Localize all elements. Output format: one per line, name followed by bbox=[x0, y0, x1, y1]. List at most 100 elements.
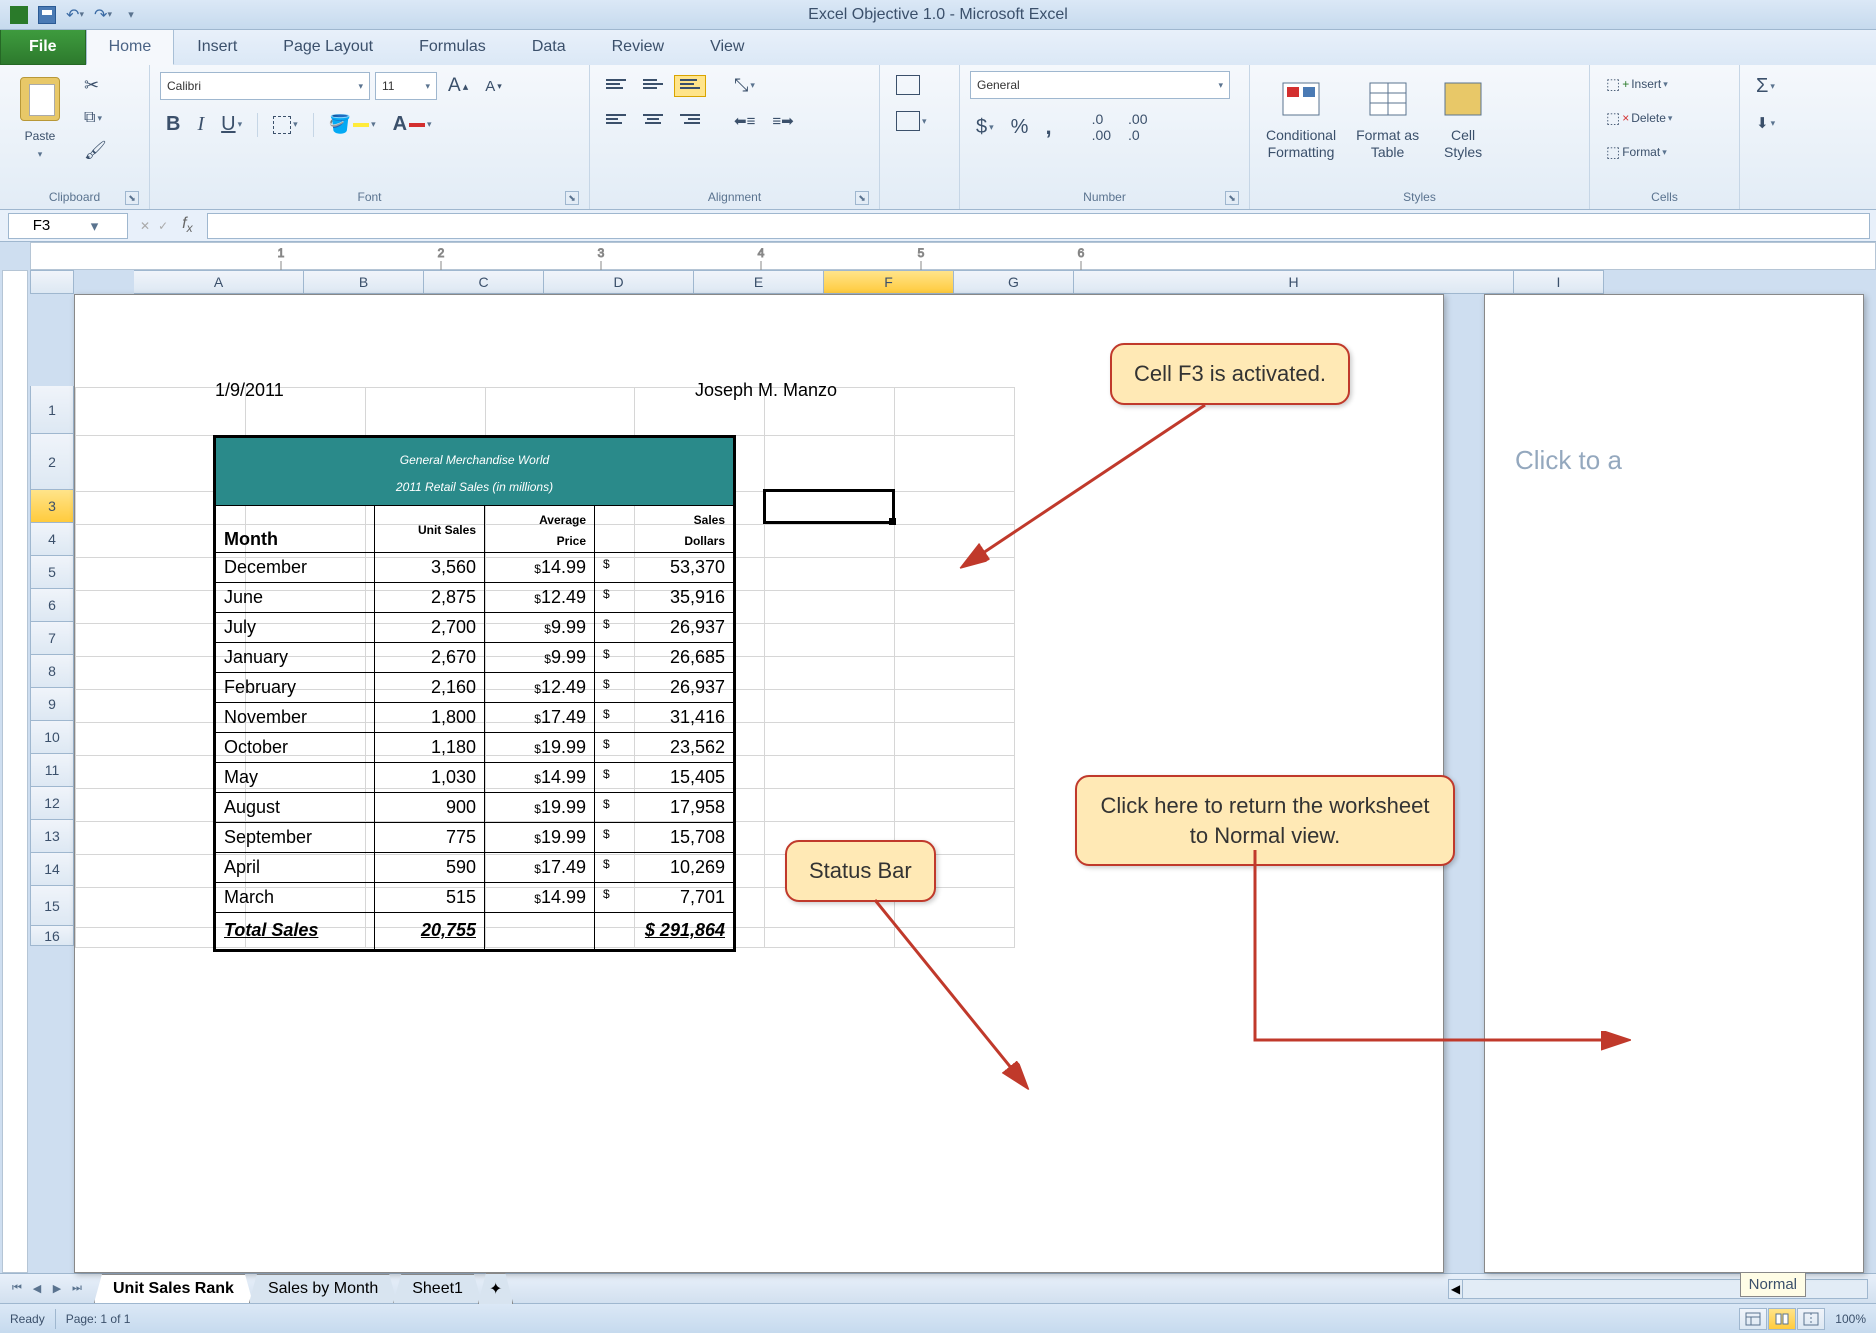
qat-customize[interactable]: ▾ bbox=[120, 4, 142, 26]
col-header-B[interactable]: B bbox=[304, 270, 424, 294]
tab-view[interactable]: View bbox=[687, 28, 767, 65]
align-right-button[interactable] bbox=[674, 110, 706, 132]
grow-font-button[interactable]: A▴ bbox=[442, 71, 474, 101]
col-header-I[interactable]: I bbox=[1514, 270, 1604, 294]
sheet-nav-last[interactable]: ⏭ bbox=[68, 1280, 86, 1298]
col-header-G[interactable]: G bbox=[954, 270, 1074, 294]
sheet-tab-1[interactable]: Unit Sales Rank bbox=[94, 1274, 253, 1303]
row-header-6[interactable]: 6 bbox=[30, 589, 74, 622]
increase-indent-button[interactable]: ≡➡ bbox=[766, 108, 799, 134]
row-header-14[interactable]: 14 bbox=[30, 853, 74, 886]
formula-input[interactable] bbox=[207, 213, 1870, 239]
sheet-tab-3[interactable]: Sheet1 bbox=[393, 1274, 482, 1303]
paste-button[interactable]: Paste▾ bbox=[10, 71, 70, 165]
delete-cells-button[interactable]: ⬚× Delete ▾ bbox=[1600, 105, 1678, 131]
col-header-D[interactable]: D bbox=[544, 270, 694, 294]
font-launcher[interactable]: ⬊ bbox=[565, 191, 579, 205]
view-normal-button[interactable] bbox=[1739, 1308, 1767, 1330]
tab-formulas[interactable]: Formulas bbox=[396, 28, 509, 65]
wrap-text-button[interactable] bbox=[890, 71, 926, 99]
sheet-tab-2[interactable]: Sales by Month bbox=[249, 1274, 397, 1303]
fill-color-button[interactable]: 🪣▾ bbox=[323, 110, 382, 139]
row-header-15[interactable]: 15 bbox=[30, 886, 74, 926]
row-header-9[interactable]: 9 bbox=[30, 688, 74, 721]
align-left-button[interactable] bbox=[600, 110, 632, 132]
select-all-button[interactable] bbox=[30, 270, 74, 294]
save-button[interactable] bbox=[36, 4, 58, 26]
enter-icon[interactable]: ✓ bbox=[158, 219, 168, 233]
col-header-F[interactable]: F bbox=[824, 270, 954, 294]
increase-decimal-button[interactable]: .0.00 bbox=[1086, 107, 1117, 147]
number-launcher[interactable]: ⬊ bbox=[1225, 191, 1239, 205]
tab-review[interactable]: Review bbox=[589, 28, 687, 65]
format-painter-button[interactable]: 🖌 bbox=[78, 136, 113, 165]
italic-button[interactable]: I bbox=[191, 109, 210, 140]
name-box[interactable]: F3▾ bbox=[8, 213, 128, 239]
format-as-table-button[interactable]: Format as Table bbox=[1350, 71, 1425, 165]
decrease-decimal-button[interactable]: .00.0 bbox=[1122, 107, 1153, 147]
copy-button[interactable]: ⧉▾ bbox=[78, 105, 113, 131]
col-header-E[interactable]: E bbox=[694, 270, 824, 294]
accounting-format-button[interactable]: $▾ bbox=[970, 112, 1000, 143]
row-header-3[interactable]: 3 bbox=[30, 490, 74, 523]
font-name-combo[interactable]: Calibri▾ bbox=[160, 72, 370, 100]
page2-placeholder[interactable]: Click to a bbox=[1515, 445, 1622, 476]
orientation-button[interactable]: ⤡▾ bbox=[728, 71, 761, 100]
tab-page-layout[interactable]: Page Layout bbox=[260, 28, 396, 65]
row-header-5[interactable]: 5 bbox=[30, 556, 74, 589]
percent-button[interactable]: % bbox=[1005, 112, 1035, 143]
sheet-nav-first[interactable]: ⏮ bbox=[8, 1280, 26, 1298]
new-sheet-button[interactable]: ✦ bbox=[478, 1273, 513, 1304]
col-header-C[interactable]: C bbox=[424, 270, 544, 294]
row-header-1[interactable]: 1 bbox=[30, 386, 74, 434]
fx-button[interactable]: fx bbox=[182, 215, 192, 235]
align-top-button[interactable] bbox=[600, 75, 632, 97]
col-header-A[interactable]: A bbox=[134, 270, 304, 294]
insert-cells-button[interactable]: ⬚+ Insert ▾ bbox=[1600, 71, 1674, 97]
row-header-16[interactable]: 16 bbox=[30, 926, 74, 946]
status-ready: Ready bbox=[10, 1312, 45, 1326]
row-header-12[interactable]: 12 bbox=[30, 787, 74, 820]
cell-styles-button[interactable]: Cell Styles bbox=[1433, 71, 1493, 165]
row-header-2[interactable]: 2 bbox=[30, 434, 74, 490]
decrease-indent-button[interactable]: ⬅≡ bbox=[728, 108, 761, 134]
conditional-formatting-button[interactable]: Conditional Formatting bbox=[1260, 71, 1342, 165]
row-header-8[interactable]: 8 bbox=[30, 655, 74, 688]
merge-center-button[interactable]: ▾ bbox=[890, 107, 933, 135]
alignment-launcher[interactable]: ⬊ bbox=[855, 191, 869, 205]
bold-button[interactable]: B bbox=[160, 109, 186, 140]
row-header-7[interactable]: 7 bbox=[30, 622, 74, 655]
tab-home[interactable]: Home bbox=[86, 28, 175, 65]
row-header-4[interactable]: 4 bbox=[30, 523, 74, 556]
font-size-combo[interactable]: 11▾ bbox=[375, 72, 437, 100]
align-bottom-button[interactable] bbox=[674, 75, 706, 97]
redo-button[interactable]: ↷▾ bbox=[92, 4, 114, 26]
excel-icon[interactable] bbox=[8, 4, 30, 26]
undo-button[interactable]: ↶▾ bbox=[64, 4, 86, 26]
align-middle-button[interactable] bbox=[637, 75, 669, 97]
autosum-button[interactable]: Σ ▾ bbox=[1750, 71, 1781, 102]
view-page-break-button[interactable] bbox=[1797, 1308, 1825, 1330]
cancel-icon[interactable]: ✕ bbox=[140, 219, 150, 233]
underline-button[interactable]: U▾ bbox=[215, 109, 248, 140]
row-header-10[interactable]: 10 bbox=[30, 721, 74, 754]
col-header-H[interactable]: H bbox=[1074, 270, 1514, 294]
row-header-13[interactable]: 13 bbox=[30, 820, 74, 853]
row-header-11[interactable]: 11 bbox=[30, 754, 74, 787]
cut-button[interactable]: ✂ bbox=[78, 71, 113, 100]
number-format-combo[interactable]: General▾ bbox=[970, 71, 1230, 99]
fill-button[interactable]: ⬇ ▾ bbox=[1750, 110, 1781, 136]
view-page-layout-button[interactable] bbox=[1768, 1308, 1796, 1330]
tab-file[interactable]: File bbox=[0, 29, 86, 65]
sheet-nav-next[interactable]: ▶ bbox=[48, 1280, 66, 1298]
tab-insert[interactable]: Insert bbox=[174, 28, 260, 65]
sheet-nav-prev[interactable]: ◀ bbox=[28, 1280, 46, 1298]
font-color-button[interactable]: A▾ bbox=[387, 109, 438, 140]
format-cells-button[interactable]: ⬚ Format ▾ bbox=[1600, 139, 1673, 165]
clipboard-launcher[interactable]: ⬊ bbox=[125, 191, 139, 205]
border-button[interactable]: ▾ bbox=[267, 112, 304, 138]
tab-data[interactable]: Data bbox=[509, 28, 589, 65]
comma-button[interactable]: , bbox=[1039, 110, 1057, 144]
shrink-font-button[interactable]: A▾ bbox=[479, 74, 508, 99]
align-center-button[interactable] bbox=[637, 110, 669, 132]
